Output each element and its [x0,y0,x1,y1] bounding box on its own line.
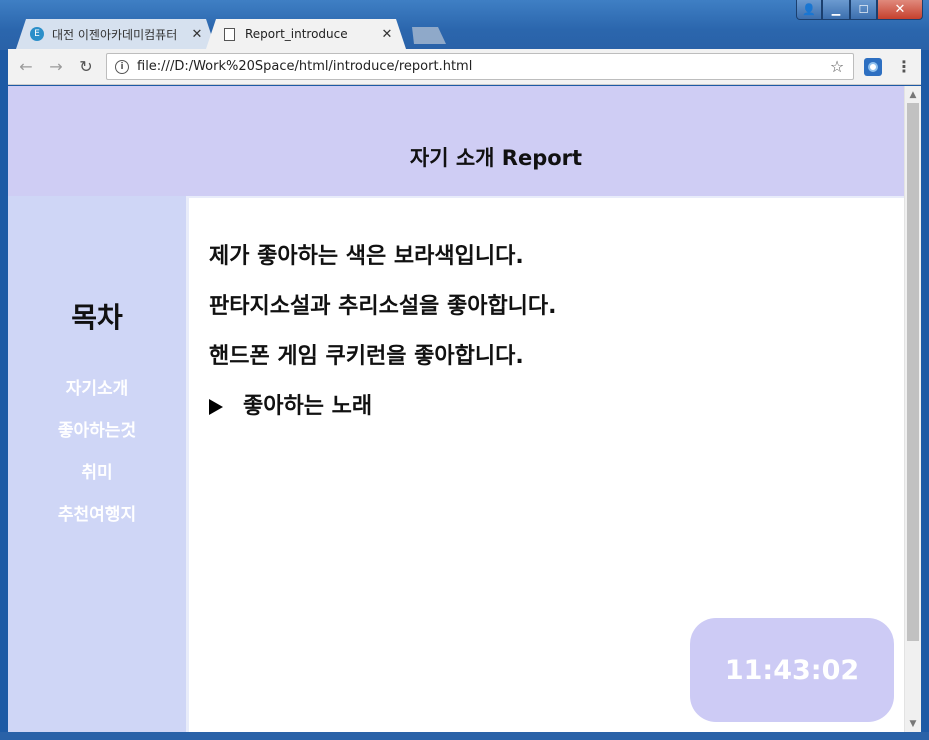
user-icon[interactable]: 👤 [796,0,822,20]
toc-link-likes[interactable]: 좋아하는것 [58,410,136,452]
browser-toolbar: ← → ↻ i file:///D:/Work%20Space/html/int… [8,49,921,85]
toc-link-hobby[interactable]: 취미 [81,452,112,494]
toc-heading: 목차 [71,301,123,334]
close-tab-icon[interactable]: ✕ [380,27,394,42]
page-viewport: 자기 소개 Report 목차 자기소개 좋아하는것 취미 추천여행지 제가 좋… [8,86,921,732]
reload-icon[interactable]: ↻ [74,55,98,79]
content-line: 판타지소설과 추리소설을 좋아합니다. [209,294,557,319]
disclosure-triangle-icon[interactable] [209,399,223,415]
close-tab-icon[interactable]: ✕ [190,27,204,42]
extension-icon[interactable] [864,57,882,76]
back-arrow-icon[interactable]: ← [14,55,38,79]
scroll-down-icon[interactable]: ▼ [905,715,921,732]
toc-list: 자기소개 좋아하는것 취미 추천여행지 [58,368,136,536]
bookmark-star-icon[interactable]: ☆ [825,57,849,76]
favicon-icon: E [30,27,44,41]
tab-ezen-academy[interactable]: E 대전 이젠아카데미컴퓨터 ✕ [16,19,216,49]
sidebar-toc: 목차 자기소개 좋아하는것 취미 추천여행지 [8,196,186,732]
page-header: 자기 소개 Report [8,86,904,196]
vertical-scrollbar[interactable]: ▲ ▼ [904,86,921,732]
maximize-button[interactable]: ☐ [850,0,877,20]
forward-arrow-icon[interactable]: → [44,55,68,79]
menu-kebab-icon[interactable]: ⋮ [892,57,916,76]
close-window-button[interactable]: ✕ [877,0,923,20]
clock-display: 11:43:02 [690,618,894,722]
info-icon[interactable]: i [115,59,129,74]
toc-link-travel[interactable]: 추천여행지 [58,494,136,536]
address-bar[interactable]: i file:///D:/Work%20Space/html/introduce… [106,53,854,80]
tab-title: Report_introduce [245,27,348,41]
page-title: 자기 소개 Report [409,146,583,170]
minimize-button[interactable]: ▁ [822,0,850,20]
toc-link-self-intro[interactable]: 자기소개 [66,368,129,410]
details-favorite-songs[interactable]: 좋아하는 노래 [209,382,904,432]
scrollbar-thumb[interactable] [907,103,919,641]
scroll-up-icon[interactable]: ▲ [905,86,921,103]
tab-report-introduce[interactable]: Report_introduce ✕ [206,19,406,49]
tab-title: 대전 이젠아카데미컴퓨터 [52,27,178,42]
main-content: 제가 좋아하는 색은 보라색입니다. 판타지소설과 추리소설을 좋아합니다. 핸… [186,196,904,732]
window-controls: 👤 ▁ ☐ ✕ [796,0,923,20]
document-icon [224,27,235,41]
details-summary[interactable]: 좋아하는 노래 [243,382,372,432]
content-line: 핸드폰 게임 쿠키런을 좋아합니다. [209,344,524,369]
url-text[interactable]: file:///D:/Work%20Space/html/introduce/r… [137,59,825,74]
window-bottom-border [0,732,929,740]
content-line: 제가 좋아하는 색은 보라색입니다. [209,244,524,269]
